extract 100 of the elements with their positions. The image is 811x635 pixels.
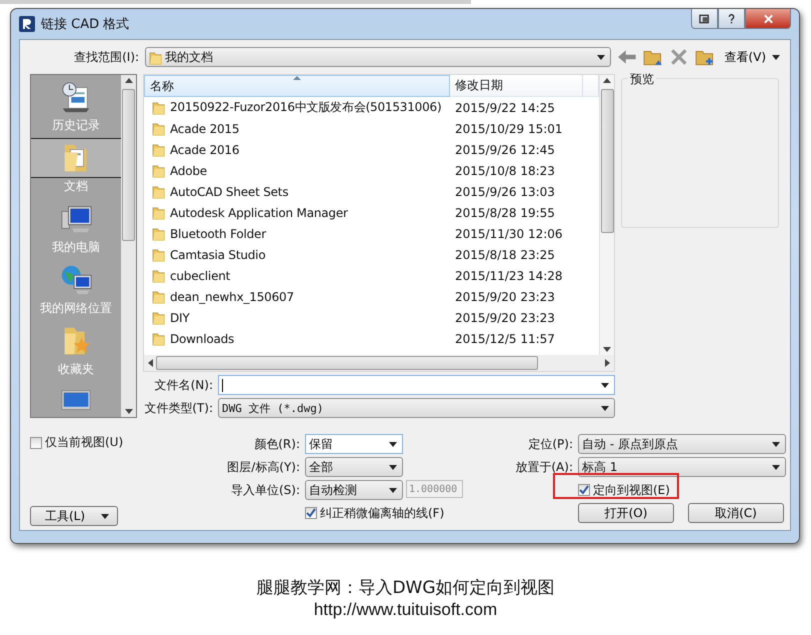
folder-icon [152,247,165,262]
file-row[interactable]: Camtasia Studio 2015/8/18 23:25 [144,244,599,265]
caret-icon [772,442,780,446]
option-dropdown[interactable]: 全部 [305,457,403,477]
dialog-button[interactable]: 打开(O) [578,503,674,523]
caret-icon [597,54,606,60]
places-label: 我的电脑 [52,239,100,256]
places-label: 我的网络位置 [40,300,112,317]
option-value: 自动检测 [309,482,357,498]
folder-icon [152,268,165,283]
checkbox-row[interactable]: 定向到视图(E) [578,482,786,498]
option-label: 导入单位(S): [230,482,300,498]
look-in-value: 我的文档 [165,48,214,66]
modified-date: 2015/9/22 14:25 [454,100,555,114]
checkbox-row[interactable]: 仅当前视图(U) [30,434,124,451]
scroll-thumb[interactable] [122,89,135,241]
file-row[interactable]: Bluetooth Folder 2015/11/30 12:06 [144,223,599,244]
sort-arrow-icon [293,76,301,80]
tools-button[interactable]: 工具(L) [30,506,118,526]
new-folder-icon[interactable] [694,48,714,66]
scroll-left-icon[interactable] [148,359,153,367]
look-in-dropdown[interactable]: 我的文档 [145,47,612,67]
file-row[interactable]: Adobe 2015/10/8 18:23 [144,160,599,181]
caret-icon [389,442,397,446]
option-dropdown[interactable]: 自动 - 原点到原点 [578,434,786,454]
file-row[interactable]: dean_newhx_150607 2015/9/20 23:23 [144,286,599,307]
checkbox[interactable] [305,507,317,519]
view-menu-button[interactable]: 查看(V) [720,48,766,66]
option-dropdown[interactable]: 保留 [305,434,403,454]
column-header[interactable]: 修改日期 [450,75,583,97]
caret-icon [772,54,780,60]
folder-icon [152,289,165,304]
delete-icon[interactable] [668,48,689,66]
scroll-thumb[interactable] [156,356,538,370]
window-icon [699,14,710,24]
file-name: Acade 2016 [170,142,240,156]
folder-icon [152,310,165,325]
file-row[interactable]: 20150922-Fuzor2016中文版发布会(501531006) 2015/9/22 14:25 [144,97,599,118]
modified-date: 2015/9/26 12:45 [454,142,555,156]
modified-date: 2015/9/26 13:03 [454,184,555,198]
scroll-down-icon[interactable] [603,347,611,352]
file-name: AutoCAD Sheet Sets [170,184,288,198]
option-label: 定位(P): [527,436,573,452]
modified-date: 2015/8/28 19:55 [454,206,555,220]
file-row[interactable]: Downloads 2015/12/5 11:57 [144,328,599,349]
scroll-thumb[interactable] [600,89,614,233]
scrollbar[interactable] [144,355,614,371]
checkbox[interactable] [578,484,590,496]
dialog-button[interactable]: 取消(C) [688,503,784,523]
restore-button[interactable] [691,9,718,29]
scroll-up-icon[interactable] [124,78,132,83]
file-name-field[interactable] [218,375,615,395]
caret-icon [601,382,609,388]
scrollbar[interactable] [599,75,614,355]
column-title: 名称 [150,78,174,94]
places-label: 历史记录 [52,117,100,134]
globe-computer-icon [59,263,93,297]
back-arrow-icon[interactable] [617,48,637,66]
scroll-right-icon[interactable] [605,359,610,367]
file-type-dropdown[interactable]: DWG 文件 (*.dwg) [218,398,615,418]
file-row[interactable]: cubeclient 2015/11/23 14:28 [144,265,599,286]
folder-icon [152,163,165,178]
file-row[interactable]: Autodesk Application Manager 2015/8/28 19:55 [144,202,599,223]
scroll-up-icon[interactable] [603,78,611,83]
option-value: 全部 [309,458,333,476]
places-label: 文档 [64,178,88,195]
file-row[interactable]: Acade 2016 2015/9/26 12:45 [144,139,599,160]
file-name: Adobe [170,164,207,178]
file-row[interactable]: DIY 2015/9/20 23:23 [144,307,599,328]
file-row[interactable]: AutoCAD Sheet Sets 2015/9/26 13:03 [144,181,599,202]
folder-icon [152,205,165,220]
places-label: 收藏夹 [58,361,94,378]
caption-url: http://www.tuituisoft.com [314,599,498,620]
option-dropdown[interactable]: 自动检测 [305,480,403,500]
checkbox-label: 仅当前视图(U) [45,434,124,451]
option-dropdown[interactable]: 标高 1 [578,457,786,477]
option-value: 标高 1 [582,458,618,476]
scrollbar[interactable] [121,75,136,417]
modified-date: 2015/10/29 15:01 [454,122,563,136]
close-button[interactable] [745,9,791,29]
modified-date: 2015/10/8 18:23 [454,164,555,178]
folder-icon [152,184,165,199]
scroll-down-icon[interactable] [124,409,132,414]
column-header[interactable]: 名称 [144,75,450,97]
file-name: cubeclient [170,268,230,282]
question-icon [726,14,737,24]
window-title: 链接 CAD 格式 [41,16,130,33]
folder-icon [152,142,165,157]
modified-date: 2015/9/20 23:23 [454,290,555,304]
option-value: 自动 - 原点到原点 [582,436,678,452]
option-value: 保留 [309,436,333,452]
checkbox[interactable] [30,436,42,448]
file-row[interactable]: Acade 2015 2015/10/29 15:01 [144,118,599,139]
file-name: Acade 2015 [170,122,240,136]
checkbox-row[interactable]: 纠正稍微偏离轴的线(F) [305,504,463,522]
caret-icon [389,464,397,470]
folder-up-icon[interactable] [642,48,663,66]
help-button[interactable] [718,9,745,29]
file-name: dean_newhx_150607 [170,290,294,304]
modified-date: 2015/8/18 23:25 [454,248,555,262]
